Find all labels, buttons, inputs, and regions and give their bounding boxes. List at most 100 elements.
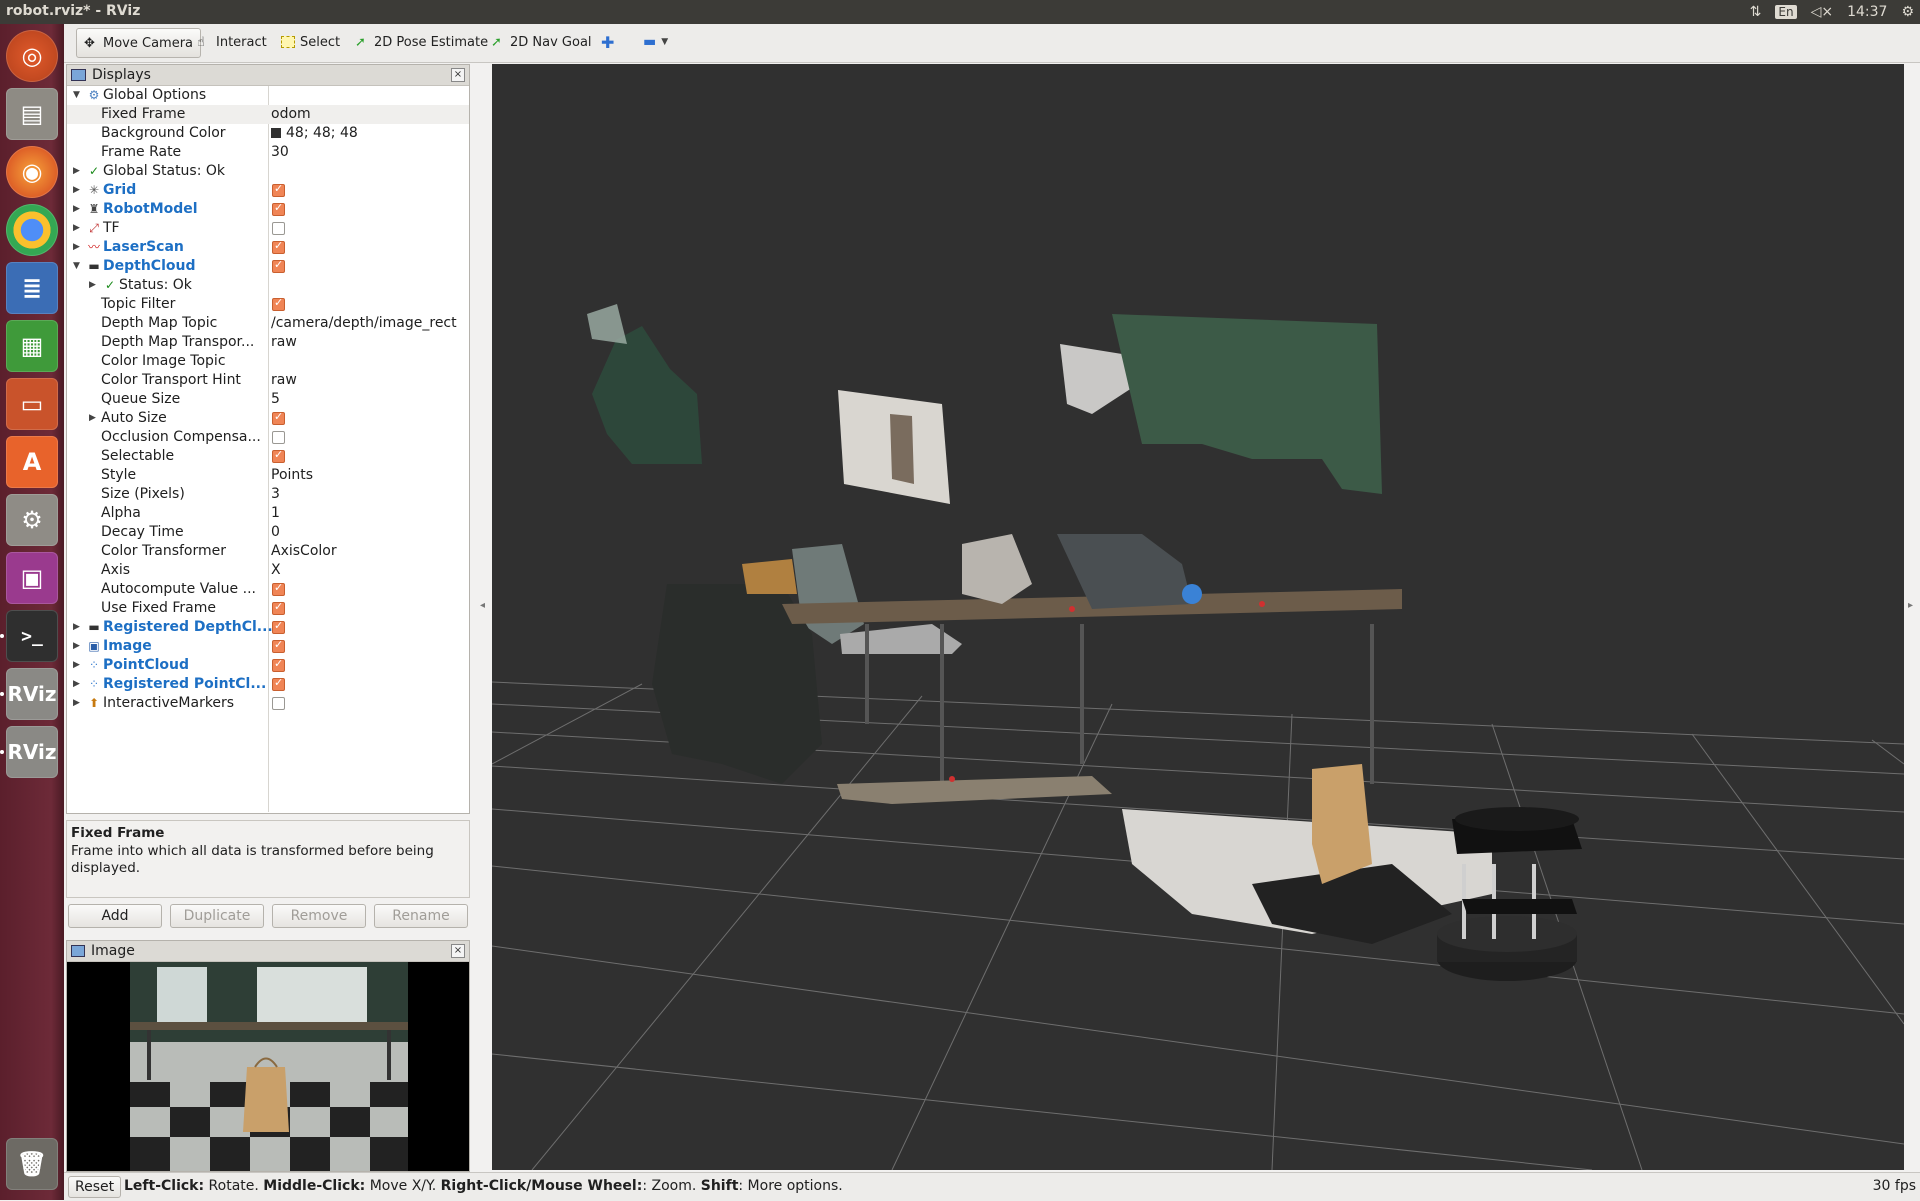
enable-checkbox[interactable] (272, 638, 285, 653)
expand-arrow-right-icon[interactable]: ▶ (73, 679, 80, 689)
display-row[interactable]: Depth Map Topic/camera/depth/image_rect (67, 314, 469, 333)
display-row[interactable]: ▶ ▣ Image (67, 637, 469, 656)
property-value[interactable]: raw (271, 334, 297, 350)
rviz-icon[interactable]: RViz (6, 726, 58, 778)
display-row[interactable]: ▶ ⁘ PointCloud (67, 656, 469, 675)
display-row[interactable]: ▼ ▬ DepthCloud (67, 257, 469, 276)
expand-arrow-right-icon[interactable]: ▶ (73, 698, 80, 708)
display-row[interactable]: Color Transformer AxisColor (67, 542, 469, 561)
interact-tool[interactable]: ☝ Interact (190, 28, 274, 56)
select-tool[interactable]: Select (274, 28, 347, 56)
display-row[interactable]: ▶ 〰 LaserScan (67, 238, 469, 257)
video-icon[interactable]: ▣ (6, 552, 58, 604)
display-row[interactable]: Background Color 48; 48; 48 (67, 124, 469, 143)
software-center-icon[interactable]: A (6, 436, 58, 488)
display-row[interactable]: Size (Pixels) 3 (67, 485, 469, 504)
enable-checkbox[interactable] (272, 676, 285, 691)
camera-image-view[interactable] (67, 962, 469, 1171)
expand-arrow-right-icon[interactable]: ▶ (89, 413, 96, 423)
enable-checkbox[interactable] (272, 697, 285, 710)
enable-checkbox[interactable] (272, 222, 285, 235)
firefox-icon[interactable]: ◉ (6, 146, 58, 198)
property-value[interactable]: odom (271, 106, 311, 122)
display-row[interactable]: Autocompute Value ... (67, 580, 469, 599)
displays-tree[interactable]: ▼ ⚙ Global Options Fixed Frame odom Backgroun… (67, 86, 469, 812)
rename-button[interactable]: Rename (374, 904, 468, 928)
display-row[interactable]: ▶ ⤢ TF (67, 219, 469, 238)
close-icon[interactable]: × (451, 944, 465, 958)
display-row[interactable]: Occlusion Compensa... (67, 428, 469, 447)
enable-checkbox[interactable] (272, 410, 285, 425)
display-row[interactable]: Axis X (67, 561, 469, 580)
property-value[interactable]: 1 (271, 505, 280, 521)
settings-gear-icon[interactable]: ⚙ (1901, 4, 1914, 20)
display-row[interactable]: Topic Filter (67, 295, 469, 314)
calc-icon[interactable]: ▦ (6, 320, 58, 372)
move-camera-tool[interactable]: ✥ Move Camera (76, 28, 202, 58)
display-row[interactable]: Style Points (67, 466, 469, 485)
system-settings-icon[interactable]: ⚙ (6, 494, 58, 546)
display-row[interactable]: ▶ ✳ Grid (67, 181, 469, 200)
property-value[interactable]: AxisColor (271, 543, 337, 559)
display-row[interactable]: Depth Map Transpor... raw (67, 333, 469, 352)
remove-tool-button[interactable]: ▬ ▼ (636, 28, 675, 56)
pose-estimate-tool[interactable]: ➚ 2D Pose Estimate (348, 28, 495, 56)
property-value[interactable]: 5 (271, 391, 280, 407)
dash-home-icon[interactable]: ◎ (6, 30, 58, 82)
enable-checkbox[interactable] (272, 619, 285, 634)
clock[interactable]: 14:37 (1847, 4, 1887, 20)
property-value[interactable]: 0 (271, 524, 280, 540)
chrome-icon[interactable] (6, 204, 58, 256)
display-row[interactable]: ▶ ⬆ InteractiveMarkers (67, 694, 469, 713)
close-icon[interactable]: × (451, 68, 465, 82)
display-row[interactable]: ▶ ▬ Registered DepthCl... (67, 618, 469, 637)
collapse-left-handle[interactable]: ◂ (480, 600, 485, 611)
property-value[interactable]: 3 (271, 486, 280, 502)
add-tool-button[interactable]: ✚ (594, 28, 621, 56)
enable-checkbox[interactable] (272, 239, 285, 254)
enable-checkbox[interactable] (272, 258, 285, 273)
display-row[interactable]: Selectable (67, 447, 469, 466)
enable-checkbox[interactable] (272, 657, 285, 672)
enable-checkbox[interactable] (272, 296, 285, 311)
volume-icon[interactable]: ◁× (1811, 4, 1834, 20)
display-row[interactable]: ▶ ⁘ Registered PointCl... (67, 675, 469, 694)
enable-checkbox[interactable] (272, 182, 285, 197)
files-icon[interactable]: ▤ (6, 88, 58, 140)
enable-checkbox[interactable] (272, 448, 285, 463)
rviz-icon[interactable]: RViz (6, 668, 58, 720)
property-value[interactable]: Points (271, 467, 313, 483)
property-value[interactable]: X (271, 562, 281, 578)
expand-arrow-right-icon[interactable]: ▶ (73, 185, 80, 195)
expand-arrow-right-icon[interactable]: ▶ (73, 166, 80, 176)
network-icon[interactable]: ⇅ (1750, 4, 1762, 20)
expand-arrow-right-icon[interactable]: ▶ (73, 660, 80, 670)
keyboard-language-indicator[interactable]: En (1775, 5, 1797, 19)
duplicate-button[interactable]: Duplicate (170, 904, 264, 928)
enable-checkbox[interactable] (272, 581, 285, 596)
property-value[interactable]: 48; 48; 48 (271, 125, 358, 141)
expand-arrow-right-icon[interactable]: ▶ (73, 641, 80, 651)
enable-checkbox[interactable] (272, 201, 285, 216)
display-row[interactable]: ▼ ⚙ Global Options (67, 86, 469, 105)
property-value[interactable]: /camera/depth/image_rect (271, 315, 457, 331)
writer-icon[interactable]: ≣ (6, 262, 58, 314)
expand-arrow-right-icon[interactable]: ▶ (73, 223, 80, 233)
enable-checkbox[interactable] (272, 600, 285, 615)
render-3d-view[interactable] (492, 64, 1904, 1170)
display-row[interactable]: ▶ Auto Size (67, 409, 469, 428)
display-row[interactable]: Frame Rate 30 (67, 143, 469, 162)
display-row[interactable]: ▶ ✓ Global Status: Ok (67, 162, 469, 181)
display-row[interactable]: ▶ ♜ RobotModel (67, 200, 469, 219)
expand-arrow-down-icon[interactable]: ▼ (73, 90, 80, 100)
terminal-icon[interactable]: >_ (6, 610, 58, 662)
display-row[interactable]: Color Image Topic (67, 352, 469, 371)
reset-button[interactable]: Reset (68, 1176, 122, 1198)
nav-goal-tool[interactable]: ➚ 2D Nav Goal (484, 28, 599, 56)
display-row[interactable]: ▶ ✓ Status: Ok (67, 276, 469, 295)
collapse-right-handle[interactable]: ▸ (1908, 600, 1913, 611)
display-row[interactable]: Queue Size 5 (67, 390, 469, 409)
expand-arrow-down-icon[interactable]: ▼ (73, 261, 80, 271)
display-row[interactable]: Alpha 1 (67, 504, 469, 523)
trash-icon[interactable]: 🗑 (6, 1138, 58, 1190)
